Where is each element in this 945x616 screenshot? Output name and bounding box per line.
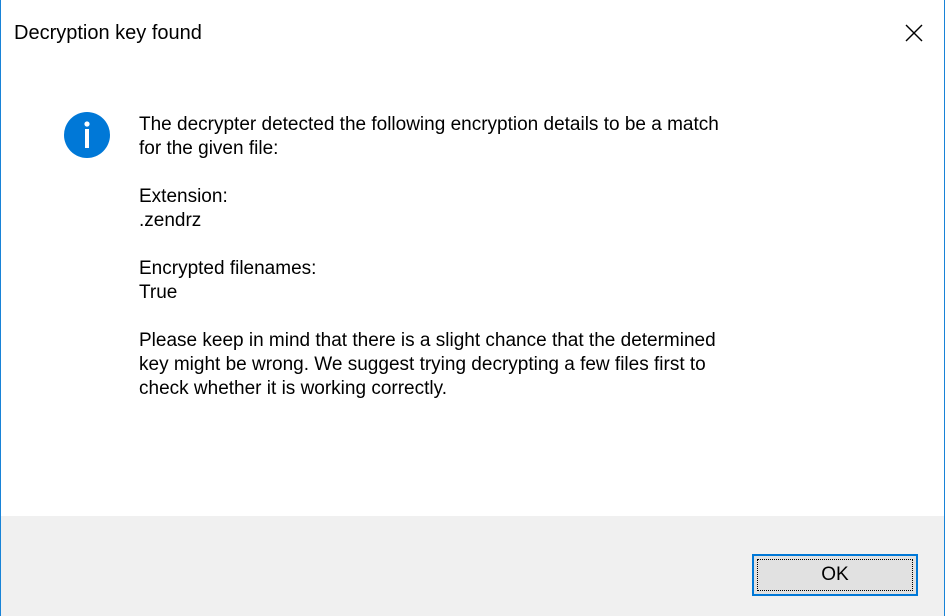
intro-line: for the given file: — [139, 138, 279, 159]
window-title: Decryption key found — [14, 22, 202, 44]
warning-line: key might be wrong. We suggest trying de… — [139, 354, 706, 375]
warning-line: check whether it is working correctly. — [139, 378, 447, 399]
warning-paragraph: Please keep in mind that there is a slig… — [139, 329, 909, 401]
extension-section: Extension: .zendrz — [139, 185, 909, 233]
filenames-label: Encrypted filenames: — [139, 258, 317, 279]
close-icon — [905, 24, 923, 42]
title-bar: Decryption key found — [1, 0, 944, 66]
dialog-content: The decrypter detected the following enc… — [1, 66, 944, 516]
button-bar: OK — [1, 516, 944, 616]
dialog-window: Decryption key found The decrypter detec… — [0, 0, 945, 616]
intro-paragraph: The decrypter detected the following enc… — [139, 113, 909, 161]
extension-value: .zendrz — [139, 210, 202, 231]
close-button[interactable] — [884, 0, 944, 66]
warning-line: Please keep in mind that there is a slig… — [139, 330, 716, 351]
ok-button-label: OK — [821, 564, 849, 585]
filenames-value: True — [139, 282, 178, 303]
message-body: The decrypter detected the following enc… — [139, 113, 909, 425]
info-icon — [64, 112, 110, 158]
intro-line: The decrypter detected the following enc… — [139, 114, 719, 135]
filenames-section: Encrypted filenames: True — [139, 257, 909, 305]
ok-button[interactable]: OK — [752, 554, 918, 596]
extension-label: Extension: — [139, 186, 228, 207]
